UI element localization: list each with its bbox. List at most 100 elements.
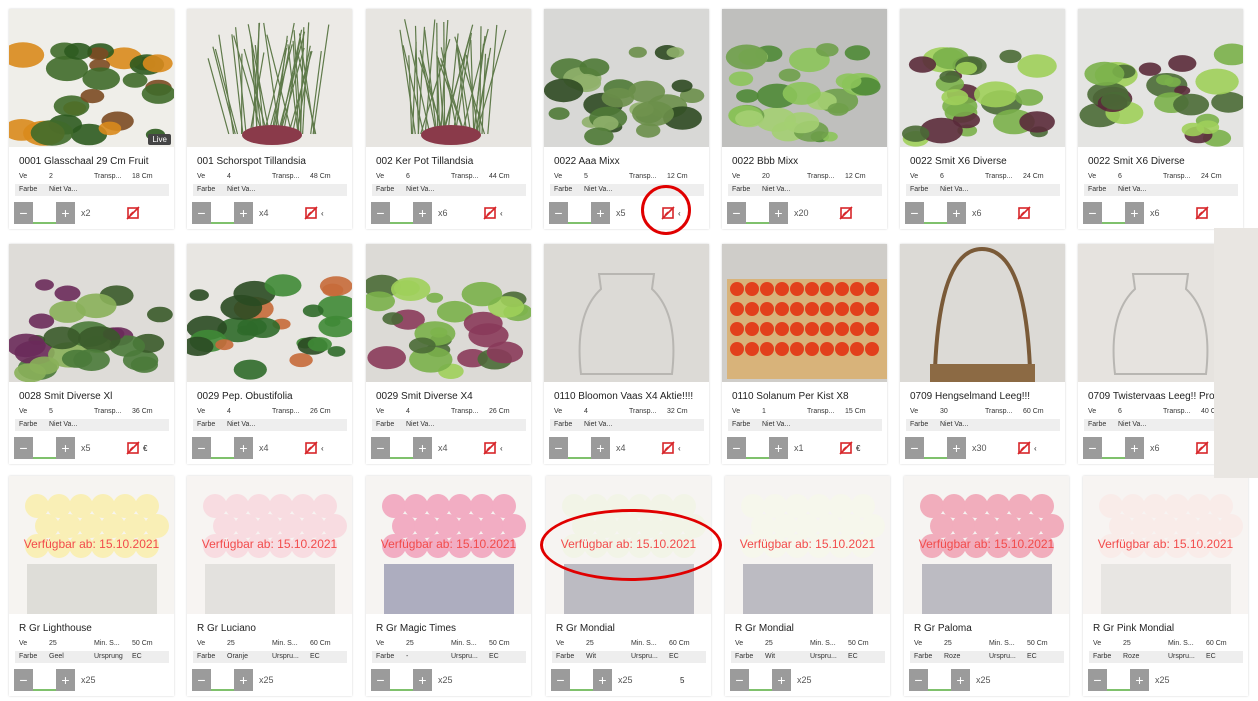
no-image-icon[interactable] <box>1017 206 1031 220</box>
increase-button[interactable]: + <box>1125 437 1144 459</box>
no-image-icon[interactable] <box>1017 441 1031 455</box>
product-card[interactable]: 0110 Bloomon Vaas X4 Aktie!!!! Ve 4 Transp.… <box>544 244 709 464</box>
product-image[interactable] <box>1078 9 1243 147</box>
no-image-icon[interactable] <box>304 441 318 455</box>
decrease-button[interactable]: − <box>14 437 33 459</box>
product-image[interactable]: Verfügbar ab: 15.10.2021 <box>904 476 1069 614</box>
product-title[interactable]: R Gr Magic Times <box>376 623 526 634</box>
product-image[interactable]: Verfügbar ab: 15.10.2021 <box>725 476 890 614</box>
product-card[interactable]: 0022 Smit X6 Diverse Ve 6 Transp... 24 Cm Far… <box>900 9 1065 229</box>
product-card[interactable]: 0029 Smit Diverse X4 Ve 4 Transp... 26 Cm Far… <box>366 244 531 464</box>
product-title[interactable]: 0110 Bloomon Vaas X4 Aktie!!!! <box>554 391 704 402</box>
increase-button[interactable]: + <box>947 437 966 459</box>
product-title[interactable]: 0022 Smit X6 Diverse <box>910 156 1060 167</box>
product-card[interactable]: Verfügbar ab: 15.10.2021 R Gr Mondial Ve 25… <box>725 476 890 696</box>
product-image[interactable] <box>187 244 352 382</box>
decrease-button[interactable]: − <box>1088 669 1107 691</box>
no-image-icon[interactable] <box>304 206 318 220</box>
no-image-icon[interactable] <box>483 441 497 455</box>
no-image-icon[interactable] <box>1195 441 1209 455</box>
increase-button[interactable]: + <box>593 669 612 691</box>
product-card[interactable]: 0110 Solanum Per Kist X8 Ve 1 Transp... 15 C… <box>722 244 887 464</box>
product-image[interactable]: Live <box>9 9 174 147</box>
product-image[interactable] <box>900 244 1065 382</box>
increase-button[interactable]: + <box>234 669 253 691</box>
product-card[interactable]: Verfügbar ab: 15.10.2021 R Gr Paloma Ve 25 M… <box>904 476 1069 696</box>
increase-button[interactable]: + <box>1130 669 1149 691</box>
product-image[interactable] <box>544 9 709 147</box>
product-card[interactable]: Live 0001 Glasschaal 29 Cm Fruit Ve 2 Transp… <box>9 9 174 229</box>
product-image[interactable] <box>722 9 887 147</box>
product-image[interactable] <box>187 9 352 147</box>
decrease-button[interactable]: − <box>549 202 568 224</box>
decrease-button[interactable]: − <box>192 669 211 691</box>
decrease-button[interactable]: − <box>371 669 390 691</box>
product-title[interactable]: R Gr Lighthouse <box>19 623 169 634</box>
product-title[interactable]: 0029 Smit Diverse X4 <box>376 391 526 402</box>
product-image[interactable] <box>722 244 887 382</box>
decrease-button[interactable]: − <box>1083 202 1102 224</box>
product-card[interactable]: 0709 Hengselmand Leeg!!! Ve 30 Transp... 60 … <box>900 244 1065 464</box>
product-card[interactable]: Verfügbar ab: 15.10.2021 R Gr Magic Times… <box>366 476 531 696</box>
product-title[interactable]: 0022 Smit X6 Diverse <box>1088 156 1238 167</box>
decrease-button[interactable]: − <box>371 202 390 224</box>
product-title[interactable]: 0110 Solanum Per Kist X8 <box>732 391 882 402</box>
product-card[interactable]: 002 Ker Pot Tillandsia Ve 6 Transp... 44 Cm F… <box>366 9 531 229</box>
product-card[interactable]: 0028 Smit Diverse Xl Ve 5 Transp... 36 Cm Far… <box>9 244 174 464</box>
product-title[interactable]: 0001 Glasschaal 29 Cm Fruit <box>19 156 169 167</box>
product-image[interactable]: Verfügbar ab: 15.10.2021 <box>366 476 531 614</box>
product-title[interactable]: 0022 Bbb Mixx <box>732 156 882 167</box>
no-image-icon[interactable] <box>483 206 497 220</box>
increase-button[interactable]: + <box>1125 202 1144 224</box>
increase-button[interactable]: + <box>413 437 432 459</box>
increase-button[interactable]: + <box>56 669 75 691</box>
increase-button[interactable]: + <box>413 202 432 224</box>
product-title[interactable]: R Gr Mondial <box>556 623 706 634</box>
product-title[interactable]: 0022 Aaa Mixx <box>554 156 704 167</box>
no-image-icon[interactable] <box>1195 206 1209 220</box>
decrease-button[interactable]: − <box>549 437 568 459</box>
product-image[interactable] <box>9 244 174 382</box>
decrease-button[interactable]: − <box>905 437 924 459</box>
decrease-button[interactable]: − <box>727 202 746 224</box>
no-image-icon[interactable] <box>126 206 140 220</box>
product-card[interactable]: Verfügbar ab: 15.10.2021 R Gr Luciano Ve 25… <box>187 476 352 696</box>
decrease-button[interactable]: − <box>909 669 928 691</box>
product-title[interactable]: R Gr Paloma <box>914 623 1064 634</box>
no-image-icon[interactable] <box>839 206 853 220</box>
product-image[interactable] <box>900 9 1065 147</box>
decrease-button[interactable]: − <box>14 669 33 691</box>
decrease-button[interactable]: − <box>192 202 211 224</box>
decrease-button[interactable]: − <box>730 669 749 691</box>
product-card[interactable]: Verfügbar ab: 15.10.2021 R Gr Pink Mondia… <box>1083 476 1248 696</box>
product-card[interactable]: 0022 Bbb Mixx Ve 20 Transp... 12 Cm Farbe Niet… <box>722 9 887 229</box>
product-card[interactable]: 0029 Pep. Obustifolia Ve 4 Transp... 26 Cm Fa… <box>187 244 352 464</box>
no-image-icon[interactable] <box>661 441 675 455</box>
increase-button[interactable]: + <box>947 202 966 224</box>
increase-button[interactable]: + <box>772 669 791 691</box>
decrease-button[interactable]: − <box>371 437 390 459</box>
decrease-button[interactable]: − <box>905 202 924 224</box>
increase-button[interactable]: + <box>413 669 432 691</box>
product-title[interactable]: R Gr Luciano <box>197 623 347 634</box>
product-image[interactable]: Verfügbar ab: 15.10.2021 <box>9 476 174 614</box>
product-title[interactable]: 0029 Pep. Obustifolia <box>197 391 347 402</box>
product-image[interactable] <box>544 244 709 382</box>
increase-button[interactable]: + <box>951 669 970 691</box>
increase-button[interactable]: + <box>769 437 788 459</box>
product-card[interactable]: 001 Schorspot Tillandsia Ve 4 Transp... 48 C… <box>187 9 352 229</box>
product-image[interactable] <box>366 244 531 382</box>
increase-button[interactable]: + <box>234 202 253 224</box>
product-title[interactable]: R Gr Mondial <box>735 623 885 634</box>
no-image-icon[interactable] <box>126 441 140 455</box>
decrease-button[interactable]: − <box>14 202 33 224</box>
increase-button[interactable]: + <box>591 437 610 459</box>
decrease-button[interactable]: − <box>551 669 570 691</box>
decrease-button[interactable]: − <box>727 437 746 459</box>
product-title[interactable]: 001 Schorspot Tillandsia <box>197 156 347 167</box>
decrease-button[interactable]: − <box>1083 437 1102 459</box>
no-image-icon[interactable] <box>839 441 853 455</box>
product-card[interactable]: 0022 Smit X6 Diverse Ve 6 Transp... 24 Cm Far… <box>1078 9 1243 229</box>
increase-button[interactable]: + <box>56 202 75 224</box>
increase-button[interactable]: + <box>234 437 253 459</box>
